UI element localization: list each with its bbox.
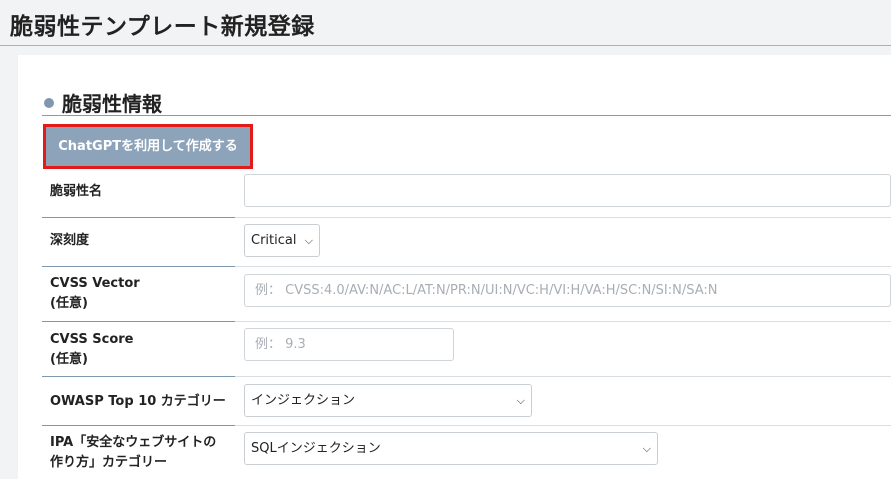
row-divider — [235, 217, 891, 218]
page-header: 脆弱性テンプレート新規登録 — [0, 0, 891, 46]
severity-select[interactable]: Critical ⌵ — [244, 224, 320, 257]
row-divider — [235, 425, 891, 426]
chevron-down-icon: ⌵ — [516, 394, 525, 407]
ipa-label-line1: IPA「安全なウェブサイトの — [50, 435, 217, 450]
owasp-label: OWASP Top 10 カテゴリー — [50, 394, 226, 409]
cvss-score-input[interactable]: 例： 9.3 — [244, 328, 454, 361]
cvss-vector-label: CVSS Vector (任意) — [50, 274, 140, 314]
cvss-vector-label-line2: (任意) — [50, 296, 88, 311]
row-divider — [235, 266, 891, 267]
ipa-label-line2: 作り方」カテゴリー — [50, 455, 168, 470]
cvss-vector-label-line1: CVSS Vector — [50, 276, 140, 291]
cvss-score-label-line2: (任意) — [50, 352, 88, 367]
cvss-score-label-line1: CVSS Score — [50, 332, 134, 347]
chevron-down-icon: ⌵ — [304, 234, 313, 247]
ipa-label: IPA「安全なウェブサイトの 作り方」カテゴリー — [50, 433, 216, 473]
row-divider — [42, 425, 235, 426]
bullet-icon — [44, 98, 54, 108]
row-divider — [42, 376, 235, 377]
page-title: 脆弱性テンプレート新規登録 — [10, 14, 315, 40]
cvss-score-placeholder: 例： 9.3 — [255, 337, 306, 352]
vuln-name-label: 脆弱性名 — [50, 184, 103, 199]
section-title: 脆弱性情報 — [62, 92, 162, 116]
row-divider — [42, 217, 235, 218]
ipa-select[interactable]: SQLインジェクション ⌵ — [244, 432, 658, 465]
vuln-name-input[interactable] — [244, 174, 891, 207]
row-divider — [42, 321, 235, 322]
severity-label: 深刻度 — [50, 233, 90, 248]
ipa-select-value: SQLインジェクション — [251, 441, 381, 456]
form-panel: 脆弱性情報 ChatGPTを利用して作成する 脆弱性名 深刻度 Critical… — [18, 55, 891, 479]
row-divider — [235, 376, 891, 377]
owasp-select[interactable]: インジェクション ⌵ — [244, 384, 532, 417]
severity-select-value: Critical — [251, 233, 297, 248]
cvss-vector-input[interactable]: 例： CVSS:4.0/AV:N/AC:L/AT:N/PR:N/UI:N/VC:… — [244, 274, 891, 307]
row-divider — [235, 321, 891, 322]
owasp-select-value: インジェクション — [251, 393, 356, 408]
cvss-vector-placeholder: 例： CVSS:4.0/AV:N/AC:L/AT:N/PR:N/UI:N/VC:… — [255, 283, 718, 298]
cvss-score-label: CVSS Score (任意) — [50, 330, 134, 370]
section-header: 脆弱性情報 — [42, 88, 891, 116]
row-divider — [42, 266, 235, 267]
chevron-down-icon: ⌵ — [642, 442, 651, 455]
chatgpt-create-button[interactable]: ChatGPTを利用して作成する — [46, 127, 250, 166]
